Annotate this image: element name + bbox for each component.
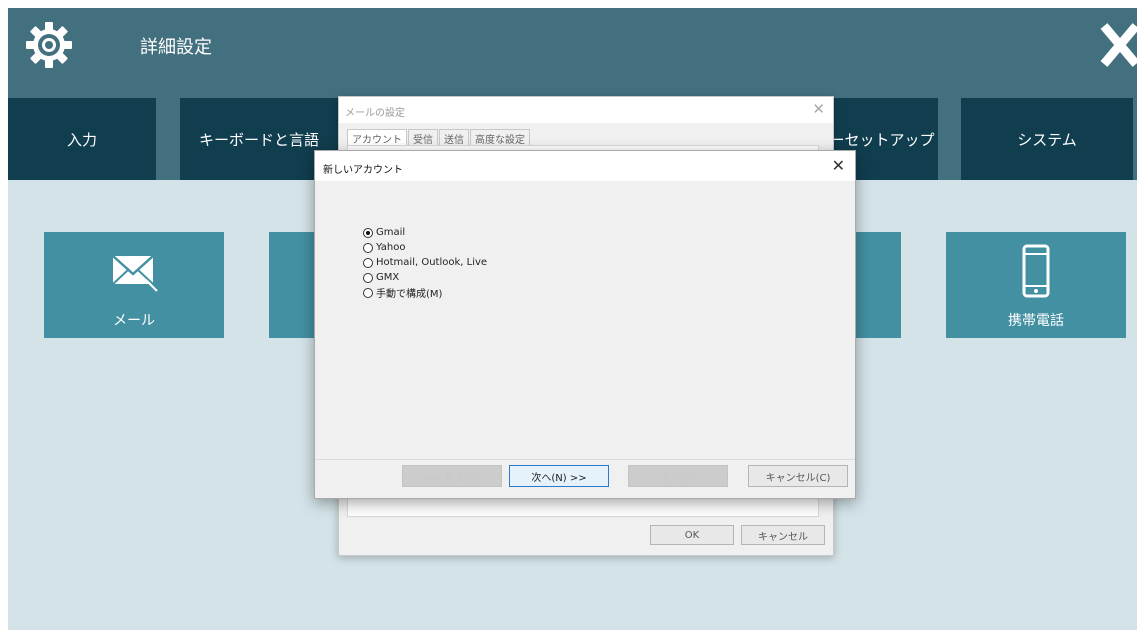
mail-icon — [112, 255, 158, 292]
close-icon[interactable] — [1098, 18, 1137, 72]
option-label: Hotmail, Outlook, Live — [376, 257, 488, 268]
tab-account[interactable]: アカウント — [347, 129, 407, 146]
close-icon[interactable]: ✕ — [812, 100, 825, 118]
radio-button[interactable] — [363, 242, 373, 253]
option-gmx[interactable]: GMX — [363, 270, 487, 285]
tab-system[interactable]: システム — [961, 98, 1133, 180]
option-label: 手動で構成(M) — [376, 289, 443, 300]
mail-settings-tabs: アカウント 受信 送信 高度な設定 — [347, 129, 531, 146]
next-button[interactable]: 次へ(N) >> — [509, 465, 609, 487]
tab-input[interactable]: 入力 — [8, 98, 156, 180]
tile-mobile-phone[interactable]: 携帯電話 — [946, 232, 1126, 338]
tile-mail-label: メール — [113, 313, 155, 329]
option-manual[interactable]: 手動で構成(M) — [363, 285, 487, 300]
radio-button[interactable] — [363, 257, 373, 268]
ok-button[interactable]: OK — [650, 525, 734, 545]
option-label: Gmail — [376, 227, 406, 238]
tile-mobile-phone-label: 携帯電話 — [1008, 313, 1064, 329]
cancel-button[interactable]: キャンセル — [741, 525, 825, 545]
gear-icon[interactable] — [24, 20, 74, 70]
option-label: Yahoo — [376, 242, 406, 253]
mail-settings-titlebar: メールの設定 ✕ — [339, 97, 833, 123]
cancel-button[interactable]: キャンセル(C) — [748, 465, 848, 487]
option-label: GMX — [376, 272, 400, 283]
radio-button[interactable] — [363, 227, 373, 238]
mobile-phone-icon — [1022, 244, 1050, 298]
tile-mail[interactable]: メール — [44, 232, 224, 338]
option-hotmail[interactable]: Hotmail, Outlook, Live — [363, 255, 487, 270]
new-account-title: 新しいアカウント — [323, 165, 403, 176]
divider — [315, 459, 855, 460]
new-account-dialog: 新しいアカウント ✕ Gmail Yahoo Hotmail, Outlook,… — [314, 150, 856, 499]
option-yahoo[interactable]: Yahoo — [363, 240, 487, 255]
account-type-options: Gmail Yahoo Hotmail, Outlook, Live GMX 手… — [363, 225, 487, 300]
finish-button[interactable]: 完了(F) — [628, 465, 728, 487]
tab-send[interactable]: 送信 — [439, 129, 469, 146]
tab-receive[interactable]: 受信 — [408, 129, 438, 146]
page-title: 詳細設定 — [140, 37, 212, 58]
option-gmail[interactable]: Gmail — [363, 225, 487, 240]
tab-advanced[interactable]: 高度な設定 — [470, 129, 530, 146]
radio-button[interactable] — [363, 287, 373, 298]
radio-button[interactable] — [363, 272, 373, 283]
new-account-titlebar: 新しいアカウント ✕ — [315, 151, 855, 181]
close-icon[interactable]: ✕ — [832, 156, 845, 175]
mail-settings-title: メールの設定 — [345, 108, 405, 119]
tile-hidden-right[interactable] — [852, 232, 901, 338]
back-button[interactable]: << 戻る(B) — [402, 465, 502, 487]
